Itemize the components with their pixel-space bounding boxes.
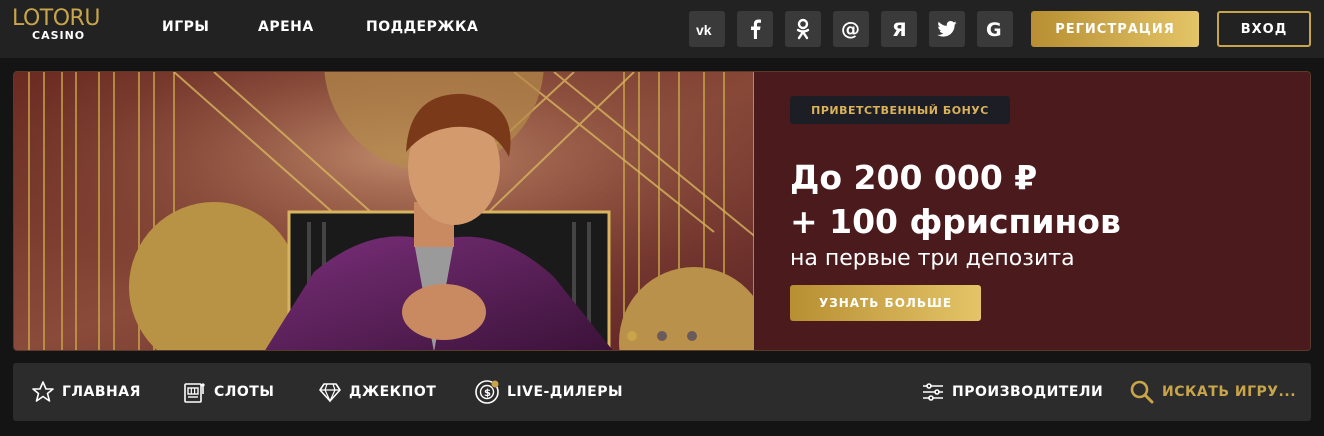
lotoru-casino-logo[interactable]: LOTORU CASINO xyxy=(12,8,116,48)
category-live-dealers-label: LIVE-ДИЛЕРЫ xyxy=(507,384,623,400)
learn-more-button[interactable]: УЗНАТЬ БОЛЬШЕ xyxy=(790,285,981,321)
star-icon xyxy=(32,381,54,402)
odnoklassniki-icon[interactable] xyxy=(785,11,821,47)
providers-label: ПРОИЗВОДИТЕЛИ xyxy=(952,384,1104,400)
category-jackpot[interactable]: ДЖЕКПОТ xyxy=(318,363,436,421)
chip-icon: $ xyxy=(475,380,499,404)
nav-games[interactable]: ИГРЫ xyxy=(162,19,209,35)
nav-arena[interactable]: АРЕНА xyxy=(258,19,314,35)
carousel-dot-2[interactable] xyxy=(657,331,667,341)
slot-machine-icon xyxy=(184,383,205,403)
svg-text:Я: Я xyxy=(892,19,906,39)
category-slots[interactable]: СЛОТЫ xyxy=(183,363,274,421)
search-icon xyxy=(1130,380,1154,404)
diamond-icon xyxy=(319,383,341,403)
banner-subtitle: на первые три депозита xyxy=(790,246,1075,271)
search-placeholder: ИСКАТЬ ИГРУ... xyxy=(1162,384,1297,400)
svg-text:$: $ xyxy=(484,388,491,399)
carousel-dot-3[interactable] xyxy=(687,331,697,341)
top-navigation-bar: LOTORU CASINO ИГРЫ АРЕНА ПОДДЕРЖКА vk @ … xyxy=(0,0,1324,58)
category-home[interactable]: ГЛАВНАЯ xyxy=(31,363,141,421)
welcome-bonus-badge: ПРИВЕТСТВЕННЫЙ БОНУС xyxy=(790,96,1010,124)
promo-banner[interactable]: ПРИВЕТСТВЕННЫЙ БОНУС До 200 000 ₽ + 100 … xyxy=(13,71,1311,351)
nav-support[interactable]: ПОДДЕРЖКА xyxy=(366,19,478,35)
svg-text:G: G xyxy=(986,19,1002,39)
search-games[interactable]: ИСКАТЬ ИГРУ... xyxy=(1129,363,1296,421)
yandex-icon[interactable]: Я xyxy=(881,11,917,47)
category-home-label: ГЛАВНАЯ xyxy=(62,384,141,400)
category-slots-label: СЛОТЫ xyxy=(214,384,275,400)
mail-icon[interactable]: @ xyxy=(833,11,869,47)
logo-subtitle: CASINO xyxy=(32,29,86,42)
login-button[interactable]: ВХОД xyxy=(1217,11,1311,47)
twitter-icon[interactable] xyxy=(929,11,965,47)
svg-text:@: @ xyxy=(841,19,860,39)
svg-text:vk: vk xyxy=(696,22,712,36)
banner-headline-freespins: + 100 фриспинов xyxy=(790,202,1121,241)
vk-icon[interactable]: vk xyxy=(689,11,725,47)
category-bar: ГЛАВНАЯ СЛОТЫ ДЖЕКПОТ $ LIVE-ДИЛЕРЫ ПРОИ… xyxy=(13,363,1311,421)
banner-headline-amount: До 200 000 ₽ xyxy=(790,158,1038,197)
banner-artwork xyxy=(14,72,794,350)
register-button[interactable]: РЕГИСТРАЦИЯ xyxy=(1031,11,1199,47)
providers-filter[interactable]: ПРОИЗВОДИТЕЛИ xyxy=(921,363,1103,421)
category-jackpot-label: ДЖЕКПОТ xyxy=(349,384,437,400)
logo-wordmark: LOTORU xyxy=(12,6,100,31)
sliders-icon xyxy=(923,383,943,401)
carousel-dot-1[interactable] xyxy=(627,331,637,341)
facebook-icon[interactable] xyxy=(737,11,773,47)
category-live-dealers[interactable]: $ LIVE-ДИЛЕРЫ xyxy=(474,363,623,421)
google-icon[interactable]: G xyxy=(977,11,1013,47)
